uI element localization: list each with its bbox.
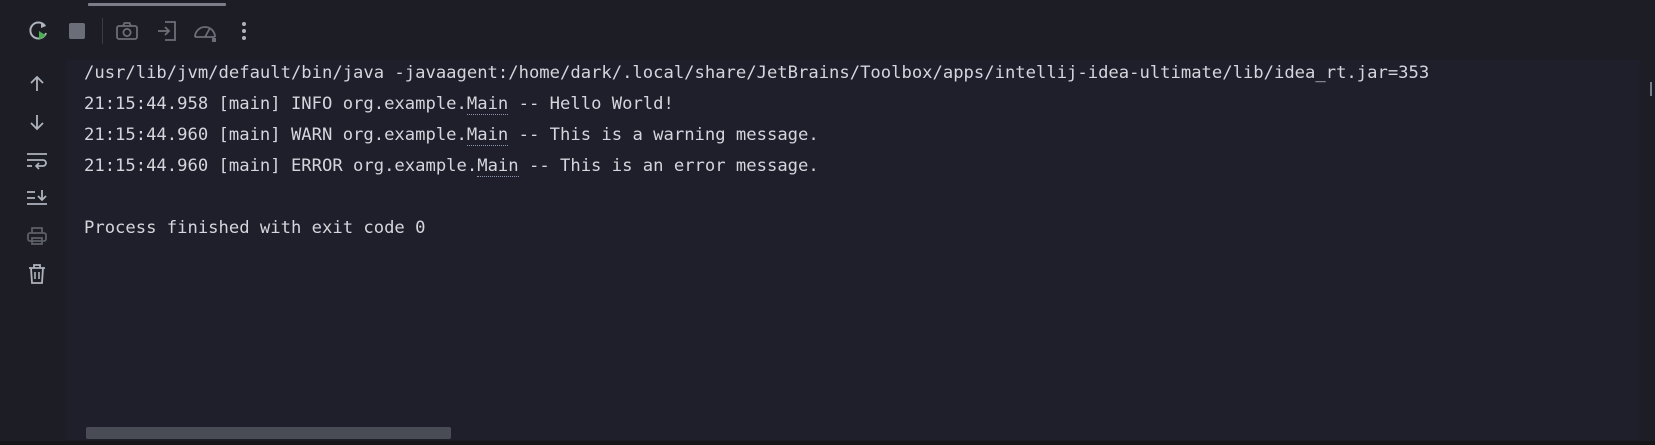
camera-icon <box>116 22 138 40</box>
clear-all-button[interactable] <box>23 260 51 288</box>
log-line-error: 21:15:44.960 [main] ERROR org.example.Ma… <box>84 155 819 177</box>
scroll-to-end-button[interactable] <box>23 184 51 212</box>
more-options-button[interactable] <box>230 17 258 45</box>
screenshot-button[interactable] <box>113 17 141 45</box>
exit-button[interactable] <box>153 17 181 45</box>
log-line-warn: 21:15:44.960 [main] WARN org.example.Mai… <box>84 124 819 146</box>
exit-icon <box>158 21 176 41</box>
gauge-icon <box>194 26 216 42</box>
log-prefix: 21:15:44.960 [main] WARN org.example. <box>84 125 467 145</box>
active-tab-indicator <box>88 3 226 6</box>
stop-button[interactable] <box>63 17 91 45</box>
soft-wrap-button[interactable] <box>23 146 51 174</box>
rerun-button[interactable] <box>25 17 53 45</box>
arrow-down-icon <box>30 115 44 131</box>
log-line-info: 21:15:44.958 [main] INFO org.example.Mai… <box>84 93 674 115</box>
log-prefix: 21:15:44.958 [main] INFO org.example. <box>84 94 467 114</box>
log-message: -- This is a warning message. <box>508 125 819 145</box>
log-message: -- Hello World! <box>508 94 674 114</box>
class-link-main[interactable]: Main <box>466 125 509 146</box>
more-vertical-icon <box>242 22 246 40</box>
command-line: /usr/lib/jvm/default/bin/java -javaagent… <box>84 63 1430 83</box>
rerun-icon <box>29 21 47 40</box>
log-message: -- This is an error message. <box>518 156 819 176</box>
right-edge-marker <box>1650 82 1655 96</box>
print-button[interactable] <box>23 222 51 250</box>
up-button[interactable] <box>23 70 51 98</box>
console-output[interactable]: /usr/lib/jvm/default/bin/java -javaagent… <box>66 60 1639 440</box>
bottom-border <box>0 441 1655 445</box>
soft-wrap-icon <box>27 153 47 170</box>
horizontal-scrollbar[interactable] <box>86 427 451 439</box>
console-gutter-toolbar <box>0 60 66 445</box>
run-toolbar <box>0 0 1655 60</box>
profiler-button[interactable] <box>191 17 219 45</box>
exit-message: Process finished with exit code 0 <box>84 218 426 238</box>
stop-icon <box>69 23 85 39</box>
print-icon <box>27 227 47 245</box>
scroll-to-end-icon <box>27 190 47 205</box>
log-prefix: 21:15:44.960 [main] ERROR org.example. <box>84 156 478 176</box>
class-link-main[interactable]: Main <box>466 94 509 115</box>
arrow-up-icon <box>30 75 44 91</box>
down-button[interactable] <box>23 108 51 136</box>
toolbar-separator <box>102 18 103 44</box>
trash-icon <box>29 264 45 284</box>
class-link-main[interactable]: Main <box>477 156 519 177</box>
right-panel-edge <box>1639 60 1655 445</box>
